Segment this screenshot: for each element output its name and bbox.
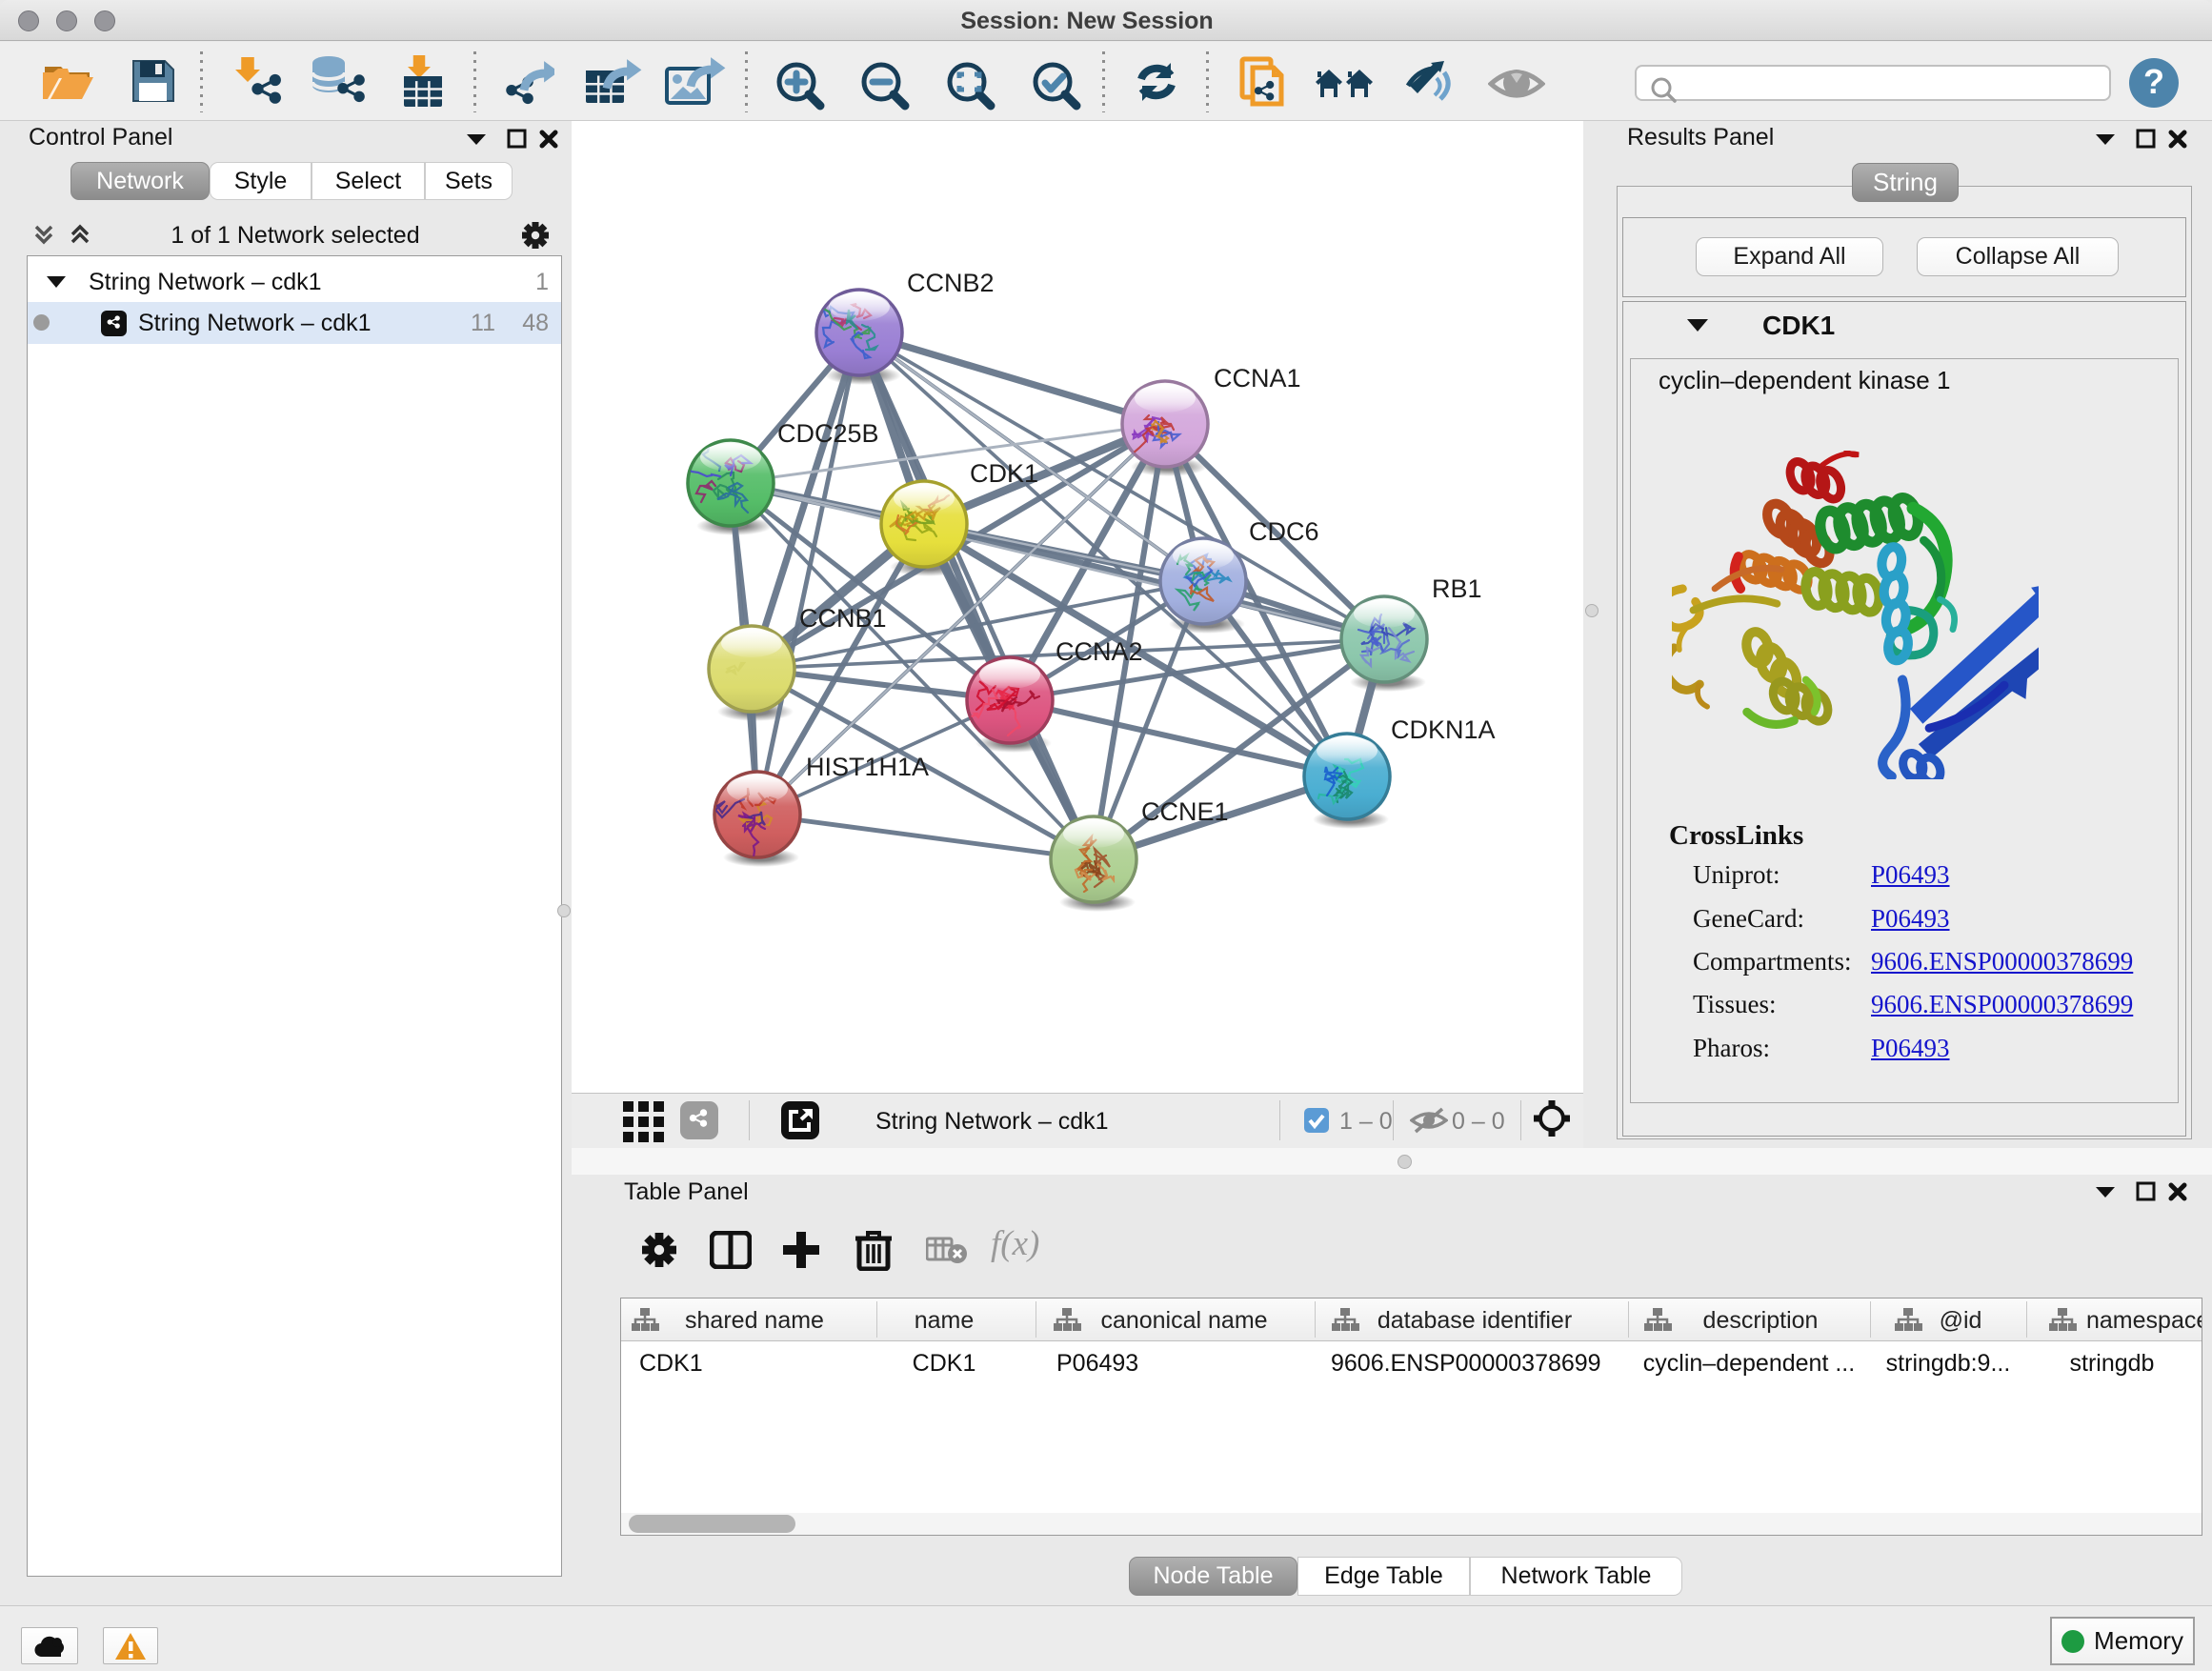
svg-text:RB1: RB1 [1432, 574, 1482, 603]
svg-text:CCNB1: CCNB1 [799, 604, 887, 633]
svg-text:CDK1: CDK1 [970, 459, 1038, 488]
svg-text:?: ? [2143, 62, 2164, 101]
svg-text:CCNE1: CCNE1 [1141, 797, 1229, 826]
svg-text:CCNB2: CCNB2 [907, 269, 995, 297]
svg-text:CDKN1A: CDKN1A [1391, 715, 1496, 744]
svg-text:HIST1H1A: HIST1H1A [806, 753, 929, 781]
svg-text:CDC25B: CDC25B [777, 419, 879, 448]
svg-text:CCNA2: CCNA2 [1056, 637, 1143, 666]
svg-text:CDC6: CDC6 [1249, 517, 1319, 546]
svg-text:CCNA1: CCNA1 [1214, 364, 1301, 393]
